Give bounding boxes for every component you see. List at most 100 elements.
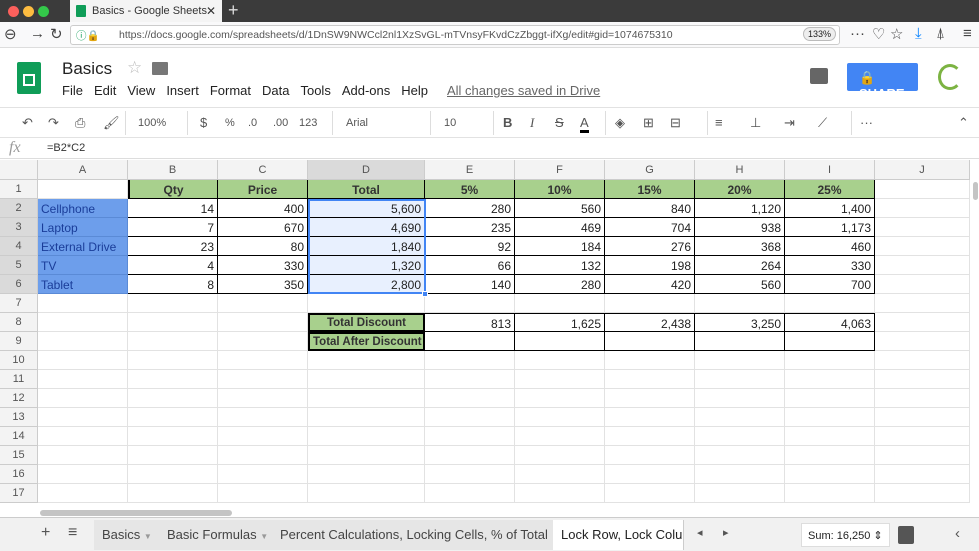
zoom-badge[interactable]: 133% — [803, 27, 837, 41]
comments-icon[interactable] — [810, 68, 828, 84]
cell-E9[interactable] — [425, 332, 515, 351]
cell-D16[interactable] — [308, 465, 425, 484]
cell-B17[interactable] — [128, 484, 218, 503]
row-header-10[interactable]: 10 — [0, 351, 38, 370]
cell-E7[interactable] — [425, 294, 515, 313]
formula-input[interactable]: =B2*C2 — [47, 142, 85, 154]
cell-H13[interactable] — [695, 408, 785, 427]
cell-D3[interactable]: 4,690 — [308, 218, 425, 237]
cell-A16[interactable] — [38, 465, 128, 484]
cell-B9[interactable] — [128, 332, 218, 351]
cell-A6[interactable]: Tablet — [38, 275, 128, 294]
cell-I9[interactable] — [785, 332, 875, 351]
cell-A5[interactable]: TV — [38, 256, 128, 275]
row-header-2[interactable]: 2 — [0, 199, 38, 218]
cell-I7[interactable] — [785, 294, 875, 313]
sum-indicator[interactable]: Sum: 16,250 ⇕ — [801, 523, 890, 547]
merge-cells-icon[interactable]: ⊟ — [670, 115, 681, 131]
cell-G4[interactable]: 276 — [605, 237, 695, 256]
font-size-select[interactable]: 10 — [444, 117, 456, 129]
select-all-corner[interactable] — [0, 160, 38, 180]
decrease-decimal-button[interactable]: .0 — [248, 117, 257, 129]
paint-format-icon[interactable]: 🖌 — [103, 115, 120, 131]
cell-F7[interactable] — [515, 294, 605, 313]
currency-format-button[interactable]: $ — [200, 115, 207, 130]
italic-icon[interactable]: I — [530, 115, 534, 131]
cell-G15[interactable] — [605, 446, 695, 465]
cell-H9[interactable] — [695, 332, 785, 351]
column-header-I[interactable]: I — [785, 160, 875, 180]
menu-edit[interactable]: Edit — [94, 83, 116, 98]
fill-color-icon[interactable]: ◈ — [615, 115, 625, 131]
cell-E12[interactable] — [425, 389, 515, 408]
cell-J17[interactable] — [875, 484, 970, 503]
cell-H2[interactable]: 1,120 — [695, 199, 785, 218]
print-icon[interactable]: ⎙ — [75, 115, 85, 131]
pocket-icon[interactable]: ♡ — [872, 25, 885, 43]
cell-H11[interactable] — [695, 370, 785, 389]
cell-I1[interactable]: 25% — [785, 180, 875, 199]
cell-J10[interactable] — [875, 351, 970, 370]
cell-J12[interactable] — [875, 389, 970, 408]
menu-tools[interactable]: Tools — [300, 83, 330, 98]
row-header-13[interactable]: 13 — [0, 408, 38, 427]
cell-E4[interactable]: 92 — [425, 237, 515, 256]
sheet-tab-basics[interactable]: Basics ▼ — [94, 520, 161, 550]
cell-A9[interactable] — [38, 332, 128, 351]
bold-icon[interactable]: B — [503, 115, 512, 130]
column-header-J[interactable]: J — [875, 160, 970, 180]
star-icon[interactable]: ☆ — [127, 58, 142, 78]
font-select[interactable]: Arial — [346, 117, 368, 129]
cell-F13[interactable] — [515, 408, 605, 427]
scroll-tabs-right-icon[interactable]: ▸ — [723, 526, 729, 539]
menu-insert[interactable]: Insert — [166, 83, 199, 98]
cell-B15[interactable] — [128, 446, 218, 465]
row-header-16[interactable]: 16 — [0, 465, 38, 484]
url-bar[interactable]: ⓘ🔒 https://docs.google.com/spreadsheets/d… — [70, 25, 840, 45]
cell-F11[interactable] — [515, 370, 605, 389]
borders-icon[interactable]: ⊞ — [643, 115, 654, 131]
browser-tab[interactable]: Basics - Google Sheets ✕ — [70, 0, 222, 22]
cell-E1[interactable]: 5% — [425, 180, 515, 199]
cell-F10[interactable] — [515, 351, 605, 370]
share-button[interactable]: 🔒 SHARE — [847, 63, 918, 101]
cell-D17[interactable] — [308, 484, 425, 503]
explore-icon[interactable] — [898, 526, 914, 544]
cell-G9[interactable] — [605, 332, 695, 351]
cell-D5[interactable]: 1,320 — [308, 256, 425, 275]
row-header-17[interactable]: 17 — [0, 484, 38, 503]
cell-F3[interactable]: 469 — [515, 218, 605, 237]
cell-J14[interactable] — [875, 427, 970, 446]
all-sheets-icon[interactable]: ≡ — [68, 524, 77, 542]
cell-C3[interactable]: 670 — [218, 218, 308, 237]
cell-C7[interactable] — [218, 294, 308, 313]
cell-H5[interactable]: 264 — [695, 256, 785, 275]
row-header-1[interactable]: 1 — [0, 180, 38, 199]
cell-I14[interactable] — [785, 427, 875, 446]
cell-E10[interactable] — [425, 351, 515, 370]
cell-G11[interactable] — [605, 370, 695, 389]
row-header-15[interactable]: 15 — [0, 446, 38, 465]
cell-D10[interactable] — [308, 351, 425, 370]
folder-icon[interactable] — [152, 62, 168, 75]
cell-A17[interactable] — [38, 484, 128, 503]
cell-A1[interactable] — [38, 180, 128, 199]
cell-G8[interactable]: 2,438 — [605, 313, 695, 332]
cell-G14[interactable] — [605, 427, 695, 446]
menu-file[interactable]: File — [62, 83, 83, 98]
collapse-icon[interactable]: ⌃ — [958, 115, 969, 131]
more-tools-icon[interactable]: ··· — [860, 115, 873, 130]
cell-A7[interactable] — [38, 294, 128, 313]
cell-A14[interactable] — [38, 427, 128, 446]
side-panel-toggle-icon[interactable]: ‹ — [955, 525, 960, 542]
cell-C12[interactable] — [218, 389, 308, 408]
menu-addons[interactable]: Add-ons — [342, 83, 390, 98]
cell-H17[interactable] — [695, 484, 785, 503]
row-header-4[interactable]: 4 — [0, 237, 38, 256]
cell-F2[interactable]: 560 — [515, 199, 605, 218]
cell-A3[interactable]: Laptop — [38, 218, 128, 237]
cell-B10[interactable] — [128, 351, 218, 370]
cell-G13[interactable] — [605, 408, 695, 427]
row-header-12[interactable]: 12 — [0, 389, 38, 408]
text-color-icon[interactable]: A — [580, 115, 589, 133]
